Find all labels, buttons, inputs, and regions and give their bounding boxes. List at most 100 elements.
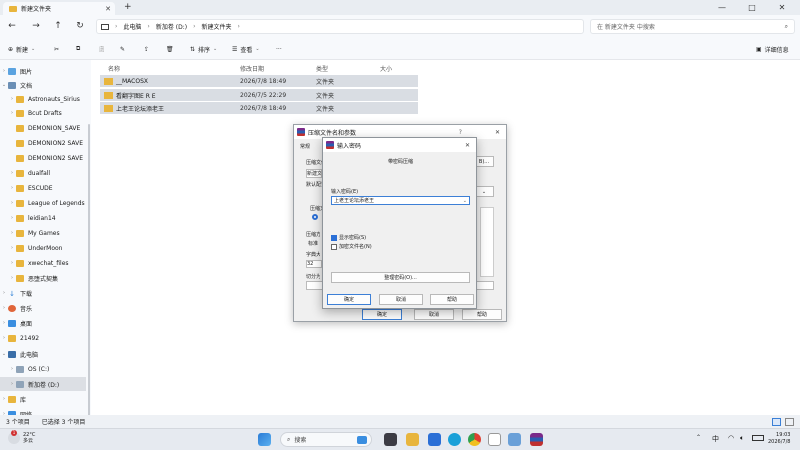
sidebar-item-folder[interactable]: › leidian14 [0, 211, 86, 225]
dialog-titlebar[interactable]: 输入密码 ✕ [323, 138, 476, 152]
new-tab-icon[interactable]: + [124, 2, 132, 12]
details-button[interactable]: ▣ 详细信息 [756, 43, 789, 55]
sidebar-item-folder[interactable]: › Bcut Drafts [0, 106, 86, 120]
method-value[interactable]: 标准 [308, 240, 318, 247]
chevron-right-icon[interactable]: › [8, 275, 16, 281]
sidebar-item-desktop[interactable]: › 桌面 [0, 316, 86, 330]
column-header-date[interactable]: 修改日期 [240, 64, 264, 73]
refresh-icon[interactable]: ↻ [72, 19, 88, 33]
table-row[interactable]: 上老王论坛添老王 2026/7/8 18:49 文件夹 [100, 102, 418, 114]
cancel-button[interactable]: 取消 [414, 309, 454, 320]
chevron-right-icon[interactable]: › [8, 170, 16, 176]
help-button[interactable]: 帮助 [430, 294, 474, 305]
battery-icon[interactable] [752, 435, 764, 441]
task-view-icon[interactable] [384, 433, 397, 446]
chevron-right-icon[interactable]: › [8, 366, 16, 372]
chevron-down-icon[interactable]: ⌄ [0, 351, 8, 357]
chevron-right-icon[interactable]: › [0, 320, 8, 326]
sidebar-item-folder[interactable]: › My Games [0, 226, 86, 240]
sidebar-item-folder[interactable]: › Astronauts_Sirius [0, 92, 86, 106]
sidebar-item-pictures[interactable]: › 图片 [0, 64, 86, 78]
view-button[interactable]: ☰ 查看 ⌄ [232, 43, 260, 55]
sidebar-item-folder[interactable]: › ESCUDE [0, 181, 86, 195]
ok-button[interactable]: 确定 [362, 309, 402, 320]
chevron-right-icon[interactable]: › [8, 245, 16, 251]
tiles-view-icon[interactable] [785, 417, 794, 426]
store-icon[interactable] [428, 433, 441, 446]
tiktok-icon[interactable] [488, 433, 501, 446]
sidebar-item-user-folder[interactable]: › 21492 [0, 331, 86, 345]
chevron-right-icon[interactable]: › [8, 110, 16, 116]
sidebar-item-folder[interactable]: DEMONION2 SAVE [0, 151, 86, 165]
column-header-name[interactable]: 名称 [108, 64, 120, 73]
sidebar-item-folder[interactable]: › xwechat_files [0, 256, 86, 270]
help-button[interactable]: 帮助 [462, 309, 502, 320]
copy-icon[interactable]: ⧉ [76, 43, 80, 55]
sidebar-item-folder[interactable]: › UnderMoon [0, 241, 86, 255]
sidebar-item-downloads[interactable]: › ↓ 下载 [0, 286, 86, 300]
chevron-right-icon[interactable]: › [8, 260, 16, 266]
column-header-size[interactable]: 大小 [380, 64, 392, 73]
chevron-right-icon[interactable]: › [0, 290, 8, 296]
details-view-icon[interactable] [772, 417, 781, 426]
minimize-icon[interactable]: — [708, 1, 736, 14]
manage-passwords-button[interactable]: 整理密码(O)... [331, 272, 470, 283]
chevron-right-icon[interactable]: › [0, 305, 8, 311]
paste-icon[interactable]: 📋︎ [98, 43, 106, 55]
breadcrumb-segment[interactable]: 此电脑 [123, 22, 141, 31]
chevron-right-icon[interactable]: › [0, 396, 8, 402]
chevron-right-icon[interactable]: › [0, 68, 8, 74]
encrypt-names-checkbox[interactable]: 加密文件名(N) [331, 243, 372, 250]
chevron-right-icon[interactable]: › [8, 215, 16, 221]
start-icon[interactable] [258, 433, 271, 446]
chevron-right-icon[interactable]: › [8, 200, 16, 206]
rename-icon[interactable]: ✎ [120, 43, 125, 55]
sidebar-scrollbar[interactable] [88, 124, 90, 424]
ok-button[interactable]: 确定 [327, 294, 371, 305]
sidebar-item-documents[interactable]: ⌄ 文档 [0, 78, 86, 92]
tab-folder[interactable]: 新建文件夹 ✕ [3, 2, 115, 15]
forward-icon[interactable]: → [28, 19, 44, 33]
close-icon[interactable]: ✕ [465, 142, 470, 149]
help-icon[interactable]: ? [459, 129, 462, 136]
file-explorer-icon[interactable] [406, 433, 419, 446]
back-icon[interactable]: ← [4, 19, 20, 33]
table-row[interactable]: __MACOSX 2026/7/8 18:49 文件夹 [100, 75, 418, 87]
chevron-down-icon[interactable]: ⌄ [0, 82, 8, 88]
sidebar-item-drive-d[interactable]: › 新加卷 (D:) [0, 377, 86, 391]
sidebar-item-libraries[interactable]: › 库 [0, 392, 86, 406]
column-header-type[interactable]: 类型 [316, 64, 328, 73]
share-icon[interactable]: ⇪ [144, 43, 149, 55]
up-icon[interactable]: ↑ [50, 19, 66, 33]
sidebar-item-this-pc[interactable]: ⌄ 此电脑 [0, 347, 86, 361]
sidebar-item-music[interactable]: › 音乐 [0, 301, 86, 315]
tab-general[interactable]: 常规 [300, 143, 310, 150]
sidebar-item-folder[interactable]: › League of Legends [0, 196, 86, 210]
delete-icon[interactable]: 🗑︎ [166, 43, 174, 55]
winrar-icon[interactable] [530, 433, 543, 446]
chevron-right-icon[interactable]: › [8, 230, 16, 236]
chevron-right-icon[interactable]: › [0, 335, 8, 341]
wifi-icon[interactable]: ◠ [728, 434, 734, 442]
chevron-right-icon[interactable]: › [8, 96, 16, 102]
sidebar-item-folder[interactable]: DEMONION_SAVE [0, 121, 86, 135]
sidebar-item-folder[interactable]: DEMONION2 SAVE [0, 136, 86, 150]
cancel-button[interactable]: 取消 [379, 294, 423, 305]
sort-button[interactable]: ⇅ 排序 ⌄ [190, 43, 217, 55]
volume-icon[interactable]: 🔈︎ [740, 434, 744, 443]
window-close-icon[interactable]: ✕ [768, 1, 796, 14]
maximize-icon[interactable]: □ [738, 1, 766, 14]
archive-name-field[interactable]: 新建文件夹.rar [306, 169, 322, 178]
sidebar-item-folder[interactable]: › dualfall [0, 166, 86, 180]
taskbar-search[interactable]: ⌕ 搜索 [280, 432, 372, 447]
more-button[interactable]: ··· [276, 43, 282, 55]
close-icon[interactable]: ✕ [495, 129, 500, 136]
show-password-checkbox[interactable]: 显示密码(S) [331, 234, 366, 241]
sidebar-item-drive-c[interactable]: › OS (C:) [0, 362, 86, 376]
breadcrumb-segment[interactable]: 新建文件夹 [201, 22, 231, 31]
search-input[interactable]: 在 新建文件夹 中搜索 ⌕ [590, 19, 795, 34]
dict-value[interactable]: 32 [306, 260, 322, 268]
close-icon[interactable]: ✕ [105, 5, 111, 13]
update-mode-select[interactable]: ⌄ [474, 186, 494, 197]
sidebar-item-folder[interactable]: › 恶堕式契集 [0, 271, 86, 285]
